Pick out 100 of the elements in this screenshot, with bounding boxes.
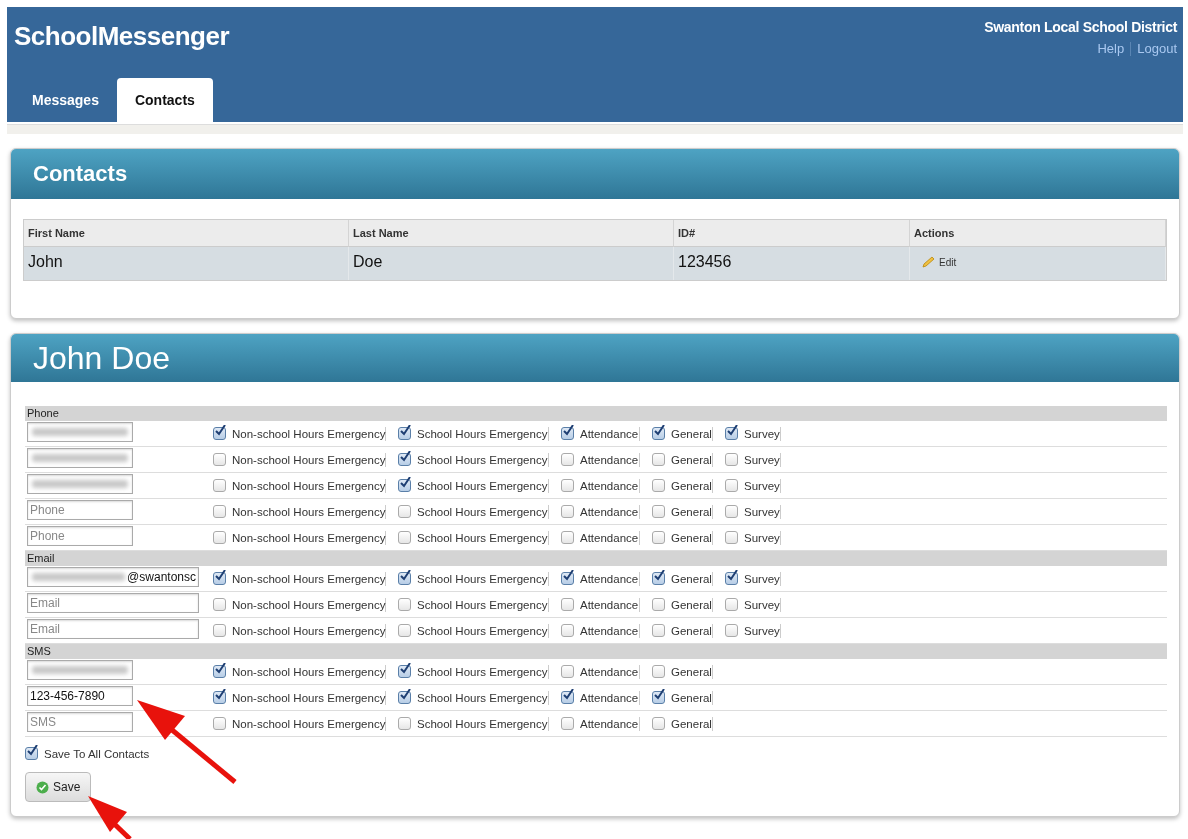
option-checkbox[interactable]: Attendance (555, 716, 640, 731)
checkbox[interactable] (213, 665, 226, 678)
checkbox[interactable] (561, 717, 574, 730)
option-checkbox[interactable]: General (646, 426, 713, 441)
checkbox[interactable] (25, 747, 38, 760)
checkbox[interactable] (398, 572, 411, 585)
input-field[interactable]: 123-456-7890 (27, 685, 133, 706)
option-checkbox[interactable]: Attendance (555, 478, 640, 493)
option-checkbox[interactable]: School Hours Emergency (392, 716, 549, 731)
option-checkbox[interactable]: General (646, 478, 713, 493)
option-checkbox[interactable]: Attendance (555, 664, 640, 679)
option-checkbox[interactable]: Non-school Hours Emergency (207, 504, 386, 519)
option-checkbox[interactable]: General (646, 530, 713, 545)
option-checkbox[interactable]: General (646, 690, 713, 705)
checkbox[interactable] (725, 624, 738, 637)
checkbox[interactable] (213, 505, 226, 518)
checkbox[interactable] (398, 717, 411, 730)
header-link[interactable]: Logout (1137, 41, 1177, 56)
checkbox[interactable] (398, 624, 411, 637)
checkbox[interactable] (398, 427, 411, 440)
option-checkbox[interactable]: General (646, 597, 713, 612)
option-checkbox[interactable]: Attendance (555, 426, 640, 441)
checkbox[interactable] (725, 505, 738, 518)
checkbox[interactable] (213, 531, 226, 544)
checkbox[interactable] (561, 531, 574, 544)
option-checkbox[interactable]: Attendance (555, 597, 640, 612)
option-checkbox[interactable]: Non-school Hours Emergency (207, 623, 386, 638)
input-field[interactable] (27, 421, 133, 442)
option-checkbox[interactable]: Survey (719, 426, 781, 441)
edit-link[interactable]: Edit (922, 256, 957, 268)
option-checkbox[interactable]: Survey (719, 478, 781, 493)
option-checkbox[interactable]: Non-school Hours Emergency (207, 478, 386, 493)
option-checkbox[interactable]: School Hours Emergency (392, 530, 549, 545)
option-checkbox[interactable]: School Hours Emergency (392, 664, 549, 679)
checkbox[interactable] (561, 624, 574, 637)
option-checkbox[interactable]: Non-school Hours Emergency (207, 664, 386, 679)
checkbox[interactable] (652, 427, 665, 440)
input-field[interactable] (27, 473, 133, 494)
input-field[interactable] (27, 447, 133, 468)
option-checkbox[interactable]: Survey (719, 623, 781, 638)
checkbox[interactable] (725, 531, 738, 544)
option-checkbox[interactable]: Non-school Hours Emergency (207, 597, 386, 612)
input-field[interactable]: Email (27, 592, 199, 613)
option-checkbox[interactable]: School Hours Emergency (392, 597, 549, 612)
checkbox[interactable] (561, 427, 574, 440)
checkbox[interactable] (652, 505, 665, 518)
option-checkbox[interactable]: General (646, 452, 713, 467)
option-checkbox[interactable]: Non-school Hours Emergency (207, 530, 386, 545)
checkbox[interactable] (652, 691, 665, 704)
save-all-checkbox[interactable]: Save To All Contacts (25, 747, 150, 760)
checkbox[interactable] (652, 572, 665, 585)
option-checkbox[interactable]: Attendance (555, 571, 640, 586)
checkbox[interactable] (398, 665, 411, 678)
option-checkbox[interactable]: General (646, 623, 713, 638)
checkbox[interactable] (213, 691, 226, 704)
option-checkbox[interactable]: General (646, 571, 713, 586)
option-checkbox[interactable]: School Hours Emergency (392, 452, 549, 467)
checkbox[interactable] (213, 598, 226, 611)
input-field[interactable]: Email (27, 618, 199, 639)
option-checkbox[interactable]: Non-school Hours Emergency (207, 716, 386, 731)
option-checkbox[interactable]: Attendance (555, 623, 640, 638)
option-checkbox[interactable]: School Hours Emergency (392, 571, 549, 586)
option-checkbox[interactable]: General (646, 504, 713, 519)
checkbox[interactable] (398, 598, 411, 611)
checkbox[interactable] (213, 717, 226, 730)
checkbox[interactable] (725, 598, 738, 611)
option-checkbox[interactable]: Survey (719, 530, 781, 545)
checkbox[interactable] (561, 505, 574, 518)
checkbox[interactable] (398, 691, 411, 704)
checkbox[interactable] (213, 479, 226, 492)
checkbox[interactable] (398, 505, 411, 518)
checkbox[interactable] (725, 572, 738, 585)
option-checkbox[interactable]: General (646, 716, 713, 731)
checkbox[interactable] (561, 598, 574, 611)
input-field[interactable]: Phone (27, 499, 133, 520)
option-checkbox[interactable]: Survey (719, 452, 781, 467)
option-checkbox[interactable]: School Hours Emergency (392, 426, 549, 441)
option-checkbox[interactable]: Non-school Hours Emergency (207, 426, 386, 441)
checkbox[interactable] (398, 453, 411, 466)
checkbox[interactable] (561, 479, 574, 492)
input-field[interactable]: @swantonsc (27, 566, 199, 587)
checkbox[interactable] (561, 665, 574, 678)
input-field[interactable] (27, 659, 133, 680)
checkbox[interactable] (652, 479, 665, 492)
option-checkbox[interactable]: Survey (719, 504, 781, 519)
option-checkbox[interactable]: Survey (719, 571, 781, 586)
checkbox[interactable] (213, 427, 226, 440)
checkbox[interactable] (725, 427, 738, 440)
checkbox[interactable] (213, 624, 226, 637)
option-checkbox[interactable]: School Hours Emergency (392, 690, 549, 705)
option-checkbox[interactable]: Attendance (555, 452, 640, 467)
checkbox[interactable] (398, 531, 411, 544)
checkbox[interactable] (725, 453, 738, 466)
option-checkbox[interactable]: Attendance (555, 504, 640, 519)
checkbox[interactable] (213, 453, 226, 466)
checkbox[interactable] (725, 479, 738, 492)
nav-tab[interactable]: Contacts (116, 78, 213, 122)
option-checkbox[interactable]: Non-school Hours Emergency (207, 690, 386, 705)
checkbox[interactable] (652, 624, 665, 637)
option-checkbox[interactable]: Non-school Hours Emergency (207, 571, 386, 586)
